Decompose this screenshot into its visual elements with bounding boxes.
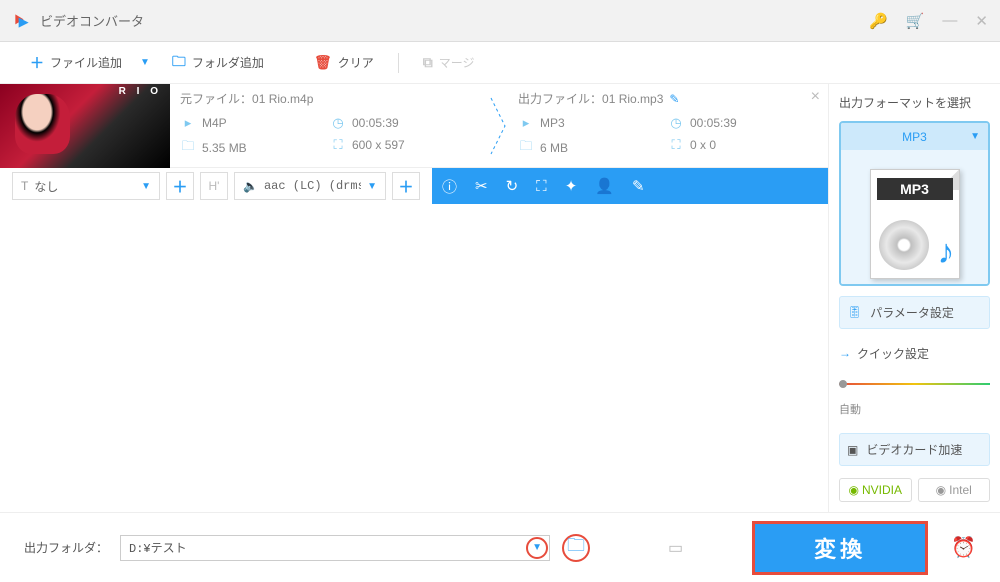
browse-folder-button[interactable]: 🗀: [562, 534, 590, 562]
intel-chip[interactable]: ◉Intel: [918, 478, 991, 502]
intel-icon: ◉: [936, 483, 946, 497]
chevron-down-icon: ▼: [970, 131, 980, 142]
output-folder-dropdown[interactable]: ▼: [526, 537, 548, 559]
add-folder-button[interactable]: 🗀フォルダ追加: [166, 47, 270, 79]
close-button[interactable]: ✕: [975, 12, 988, 30]
merge-button: ⧉マージ: [417, 50, 481, 75]
remove-file-button[interactable]: ×: [811, 88, 820, 106]
gpu-accel-button[interactable]: ▣ビデオカード加速: [839, 433, 990, 466]
app-title: ビデオコンバータ: [40, 11, 869, 30]
subtitle-select[interactable]: T なし ▼: [12, 172, 160, 200]
output-folder-input-wrap: ▼: [120, 535, 550, 561]
footer: 出力フォルダ： ▼ 🗀 ▭ 変換 ⏰: [0, 512, 1000, 582]
info-tool-icon[interactable]: ⓘ: [442, 176, 457, 197]
output-file-label: 出力ファイル：01 Rio.mp3✎: [518, 90, 818, 107]
rotate-tool-icon[interactable]: ↻: [506, 177, 519, 195]
output-folder-input[interactable]: [120, 535, 550, 561]
effects-tool-icon[interactable]: ✦: [565, 177, 578, 195]
cut-tool-icon[interactable]: ✂: [475, 177, 488, 195]
folder-plus-icon: 🗀: [172, 51, 186, 75]
chevron-down-icon: ▼: [367, 181, 377, 192]
plus-icon: ＋: [30, 53, 44, 73]
speaker-icon: 🔈: [243, 179, 258, 193]
parameter-settings-button[interactable]: 🎚パラメータ設定: [839, 296, 990, 329]
nvidia-icon: ◉: [849, 483, 859, 497]
key-icon[interactable]: 🔑: [869, 12, 888, 30]
output-size: 6 MB: [540, 141, 568, 155]
crop-tool-icon[interactable]: ⛶: [536, 178, 547, 195]
format-selector[interactable]: MP3▼ MP3 ♪: [839, 121, 990, 286]
merge-icon: ⧉: [423, 54, 433, 71]
folder-icon: 🗀: [180, 137, 196, 159]
trash-icon: 🗑: [314, 54, 332, 71]
quality-slider[interactable]: [839, 380, 990, 387]
file-row[interactable]: 元ファイル：01 Rio.m4p ▸ M4P 🗀 5.35 MB ◷ 00:05:39…: [0, 84, 828, 168]
arrow-divider: [484, 90, 514, 161]
source-duration: 00:05:39: [352, 116, 399, 130]
nvidia-chip[interactable]: ◉NVIDIA: [839, 478, 912, 502]
output-duration: 00:05:39: [690, 116, 737, 130]
alarm-icon[interactable]: ⏰: [951, 535, 976, 560]
titlebar: ビデオコンバータ 🔑 🛒 — ✕: [0, 0, 1000, 42]
source-file-label: 元ファイル：01 Rio.m4p: [180, 90, 480, 107]
output-folder-label: 出力フォルダ：: [24, 539, 108, 556]
thumbnail[interactable]: [0, 84, 170, 168]
format-label: 出力フォーマットを選択: [839, 94, 990, 111]
sidebar: 出力フォーマットを選択 MP3▼ MP3 ♪ 🎚パラメータ設定 クイック設定 自…: [828, 84, 1000, 512]
video-icon: ▸: [180, 115, 196, 131]
clock-icon: ◷: [668, 115, 684, 131]
toolbar: ＋ファイル追加 ▼ 🗀フォルダ追加 🗑クリア ⧉マージ: [0, 42, 1000, 84]
sliders-icon: 🎚: [847, 305, 862, 319]
clock-icon: ◷: [330, 115, 346, 131]
output-dimensions: 0 x 0: [690, 138, 716, 152]
dimensions-icon: ⛶: [330, 137, 346, 153]
chevron-down-icon: ▼: [141, 181, 151, 192]
audio-select[interactable]: 🔈 aac (LC) (drms . ▼: [234, 172, 386, 200]
h-button[interactable]: H': [200, 172, 228, 200]
output-format: MP3: [540, 116, 565, 130]
folder-icon: 🗀: [518, 137, 534, 159]
add-file-dropdown[interactable]: ▼: [140, 57, 150, 68]
add-file-button[interactable]: ＋ファイル追加: [24, 49, 128, 77]
app-logo-icon: [12, 11, 32, 31]
convert-button[interactable]: 変換: [755, 524, 925, 572]
controls-row: T なし ▼ ＋ H' 🔈 aac (LC) (drms . ▼ ＋ ⓘ ✂ ↻…: [0, 168, 828, 204]
queue-icon[interactable]: ▭: [668, 538, 683, 558]
watermark-tool-icon[interactable]: 👤: [595, 177, 614, 195]
mp3-format-icon: MP3 ♪: [870, 169, 960, 279]
source-format: M4P: [202, 116, 227, 130]
clear-button[interactable]: 🗑クリア: [308, 50, 380, 75]
separator: [398, 53, 399, 73]
minimize-button[interactable]: —: [942, 12, 957, 29]
add-subtitle-button[interactable]: ＋: [166, 172, 194, 200]
text-icon: T: [21, 179, 28, 193]
add-audio-button[interactable]: ＋: [392, 172, 420, 200]
chip-icon: ▣: [847, 443, 858, 457]
cart-icon[interactable]: 🛒: [906, 12, 925, 30]
tool-strip: ⓘ ✂ ↻ ⛶ ✦ 👤 ✎: [432, 168, 828, 204]
file-list: 元ファイル：01 Rio.m4p ▸ M4P 🗀 5.35 MB ◷ 00:05:39…: [0, 84, 828, 512]
quick-settings-label: クイック設定: [839, 345, 990, 362]
dimensions-icon: ⛶: [668, 137, 684, 153]
edit-filename-button[interactable]: ✎: [669, 92, 679, 106]
video-icon: ▸: [518, 115, 534, 131]
slider-value-label: 自動: [839, 401, 990, 417]
source-size: 5.35 MB: [202, 141, 247, 155]
source-dimensions: 600 x 597: [352, 138, 405, 152]
subtitle-tool-icon[interactable]: ✎: [632, 177, 645, 195]
